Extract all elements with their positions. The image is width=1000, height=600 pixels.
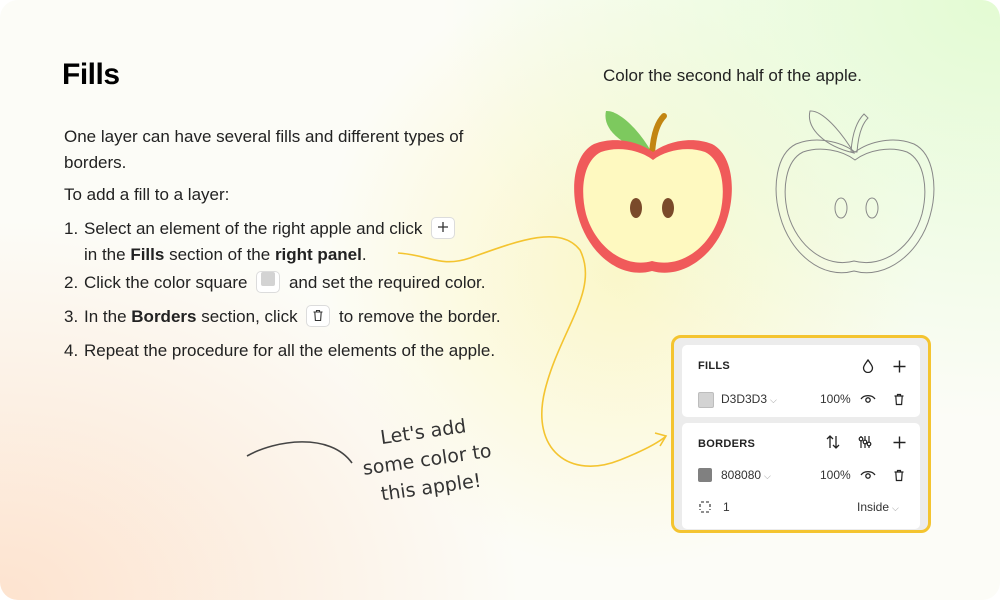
border-position-select[interactable]: Inside ⌵: [857, 500, 899, 514]
borders-section: BORDERS 808080 ⌵ 100% 1 Inside ⌵: [682, 423, 920, 529]
chevron-down-icon: ⌵: [892, 503, 899, 513]
add-border-icon[interactable]: [890, 433, 908, 451]
chevron-down-icon: ⌵: [764, 471, 771, 481]
adjust-icon[interactable]: [856, 433, 874, 451]
border-color-swatch[interactable]: [698, 468, 712, 482]
borders-heading: BORDERS: [698, 438, 756, 450]
eye-icon[interactable]: [859, 466, 877, 484]
droplet-icon[interactable]: [859, 357, 877, 375]
border-opacity[interactable]: 100%: [820, 468, 851, 482]
note-curve: [246, 441, 353, 464]
fills-section: FILLS D3D3D3 ⌵ 100%: [682, 345, 920, 417]
swap-arrows-icon[interactable]: [824, 433, 842, 451]
fill-opacity[interactable]: 100%: [820, 392, 851, 406]
trash-icon[interactable]: [890, 390, 908, 408]
trash-icon[interactable]: [890, 466, 908, 484]
border-hex[interactable]: 808080 ⌵: [721, 468, 771, 482]
fills-heading: FILLS: [698, 360, 731, 372]
chevron-down-icon: ⌵: [770, 395, 777, 405]
lesson-page: Fills One layer can have several fills a…: [0, 0, 1000, 600]
fill-hex[interactable]: D3D3D3 ⌵: [721, 392, 777, 406]
add-fill-icon[interactable]: [890, 357, 908, 375]
properties-panel: FILLS D3D3D3 ⌵ 100% BORDERS 808080 ⌵ 100…: [671, 335, 931, 533]
border-width-value[interactable]: 1: [723, 500, 730, 514]
border-width-icon: [696, 498, 714, 516]
eye-icon[interactable]: [859, 390, 877, 408]
fill-color-swatch[interactable]: [698, 392, 714, 408]
